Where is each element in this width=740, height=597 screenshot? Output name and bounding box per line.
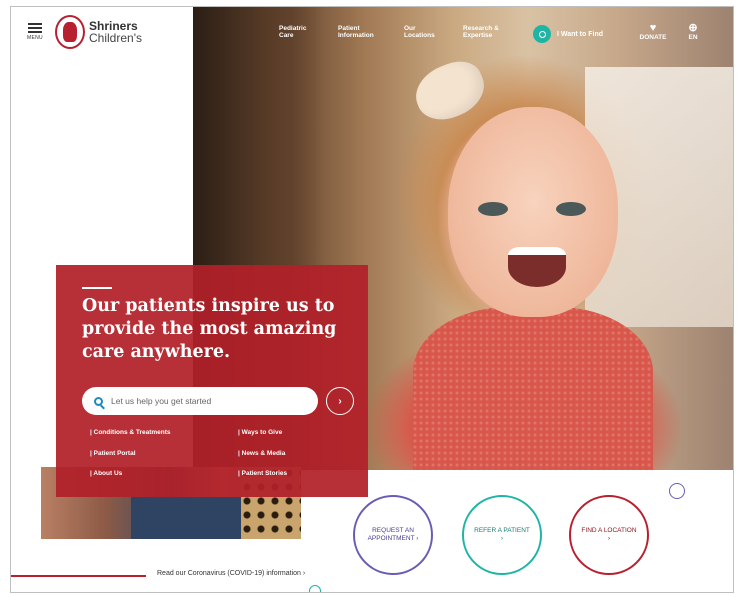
donate-hand-icon: ♥ [649,22,657,34]
nav-our-locations[interactable]: Our Locations [404,25,440,40]
find-label: I Want to Find [557,30,604,38]
decorative-circle [309,585,321,592]
hero-eye-left [478,202,508,216]
menu-label: MENU [27,35,43,41]
hero-eye-right [556,202,586,216]
nav-pediatric-care[interactable]: Pediatric Care [279,25,315,40]
hero-promo-panel: Our patients inspire us to provide the m… [56,265,368,497]
hamburger-icon-bar [28,27,42,29]
hero-mouth [508,247,566,287]
i-want-to-find-button[interactable]: I Want to Find [533,25,603,43]
hero-search-input[interactable] [111,396,301,406]
hero-search-box[interactable] [82,387,318,415]
link-ways-to-give[interactable]: | Ways to Give [238,429,282,436]
link-conditions-treatments[interactable]: | Conditions & Treatments [90,429,171,436]
link-patient-stories[interactable]: | Patient Stories [238,470,287,477]
search-icon [94,396,103,406]
link-about-us[interactable]: | About Us [90,470,122,477]
nav-patient-information[interactable]: Patient Information [338,25,384,40]
arrow-right-icon[interactable]: › [326,387,354,415]
donate-button[interactable]: ♥ DONATE [635,22,671,42]
hero-dress [413,307,653,470]
request-appointment-button[interactable]: REQUEST AN APPOINTMENT › [353,495,433,575]
hamburger-icon [28,23,42,25]
covid-notice-link[interactable]: Read our Coronavirus (COVID-19) informat… [157,569,317,578]
page-frame: MENU Shriners Children's Pediatric Care … [10,6,734,593]
search-icon [533,25,551,43]
hero-headline: Our patients inspire us to provide the m… [82,296,337,362]
find-location-button[interactable]: FIND A LOCATION › [569,495,649,575]
nav-research-expertise[interactable]: Research & Expertise [463,25,513,40]
covid-divider [11,575,146,577]
globe-icon: ⊕ [688,22,698,34]
decorative-circle [669,483,685,499]
site-logo[interactable]: Shriners Children's [55,15,142,49]
promo-rule [82,287,112,289]
hamburger-icon-bar [28,31,42,33]
link-patient-portal[interactable]: | Patient Portal [90,450,136,457]
donate-label: DONATE [639,34,667,41]
logo-emblem-icon [55,15,85,49]
refer-patient-button[interactable]: REFER A PATIENT › [462,495,542,575]
language-selector[interactable]: ⊕ EN [683,22,703,42]
site-header: MENU Shriners Children's Pediatric Care … [11,7,733,55]
logo-line2: Children's [89,31,142,45]
hero-face [448,107,618,317]
link-news-media[interactable]: | News & Media [238,450,285,457]
hero-bow [407,53,493,129]
menu-button[interactable]: MENU [23,21,47,43]
language-label: EN [688,34,698,41]
